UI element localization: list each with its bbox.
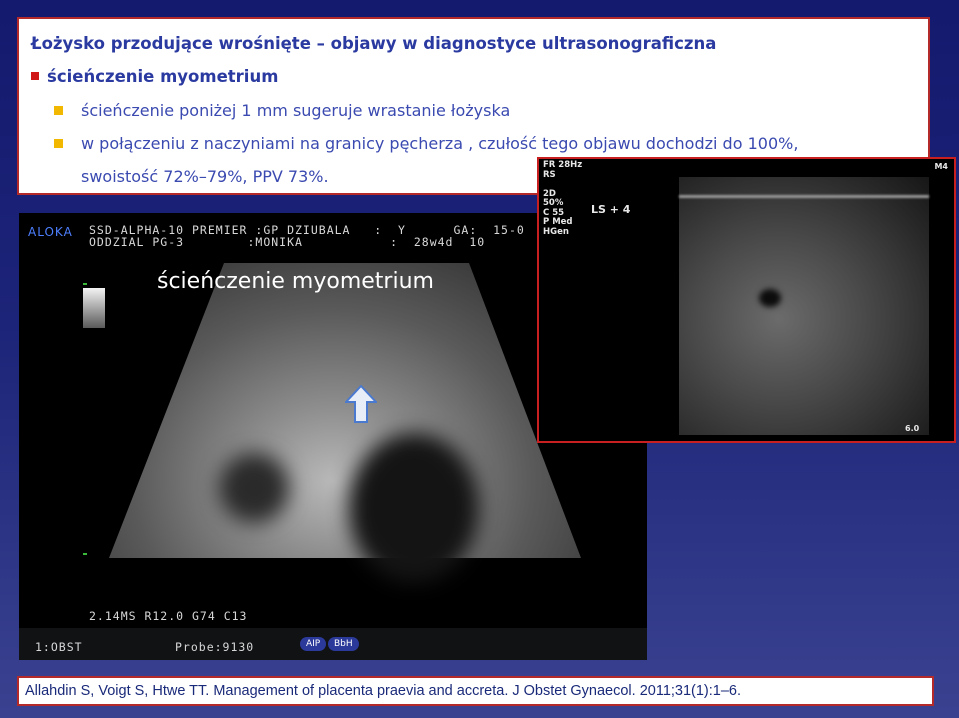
us-header-line-2: ODDZIAL PG-3 :MONIKA : 28w4d 10: [89, 235, 486, 249]
sub-bullet-continuation: swoistość 72%–79%, PPV 73%.: [81, 167, 329, 186]
main-bullet-text: ścieńczenie myometrium: [47, 67, 279, 86]
fluid-region: [219, 453, 289, 523]
sub-bullet-2: w połączeniu z naczyniami na granicy pęc…: [54, 134, 799, 153]
bullet-square-icon: [54, 106, 63, 115]
exam-mode: 1:OBST: [35, 640, 83, 654]
us-params-line: 2.14MS R12.0 G74 C13: [89, 609, 248, 623]
depth-label: 6.0: [905, 424, 920, 433]
sub-bullet-text: ścieńczenie poniżej 1 mm sugeruje wrasta…: [81, 101, 511, 120]
inset-params: FR 28Hz RS 2D 50% C 55 P Med HGen: [543, 160, 583, 237]
view-label: LS + 4: [591, 203, 631, 216]
up-arrow-icon: [345, 385, 377, 423]
inset-scan: [679, 177, 929, 435]
ultrasound-inset-image: FR 28Hz RS 2D 50% C 55 P Med HGen LS + 4…: [537, 157, 956, 443]
reference-text: Allahdin S, Voigt S, Htwe TT. Management…: [25, 683, 742, 699]
grayscale-bar: [83, 288, 105, 328]
bbh-badge: BbH: [328, 637, 359, 651]
thinning-label: ścieńczenie myometrium: [157, 269, 434, 294]
echo-line: [679, 195, 929, 198]
aloka-logo: ALOKA: [28, 225, 73, 239]
depth-tick: [83, 283, 87, 285]
slide-title: Łożysko przodujące wrośnięte – objawy w …: [31, 34, 717, 53]
dark-lesion: [759, 289, 781, 307]
fluid-region: [349, 433, 479, 583]
bullet-square-icon: [54, 139, 63, 148]
main-bullet: ścieńczenie myometrium: [31, 67, 278, 86]
probe-label: Probe:9130: [175, 640, 255, 654]
corner-label: M4: [934, 162, 948, 171]
sub-bullet-1: ścieńczenie poniżej 1 mm sugeruje wrasta…: [54, 101, 511, 120]
depth-tick: [83, 553, 87, 555]
sub-bullet-text: w połączeniu z naczyniami na granicy pęc…: [81, 134, 799, 153]
reference-box: Allahdin S, Voigt S, Htwe TT. Management…: [17, 676, 934, 706]
bullet-square-icon: [31, 72, 39, 80]
aip-badge: AIP: [300, 637, 327, 651]
